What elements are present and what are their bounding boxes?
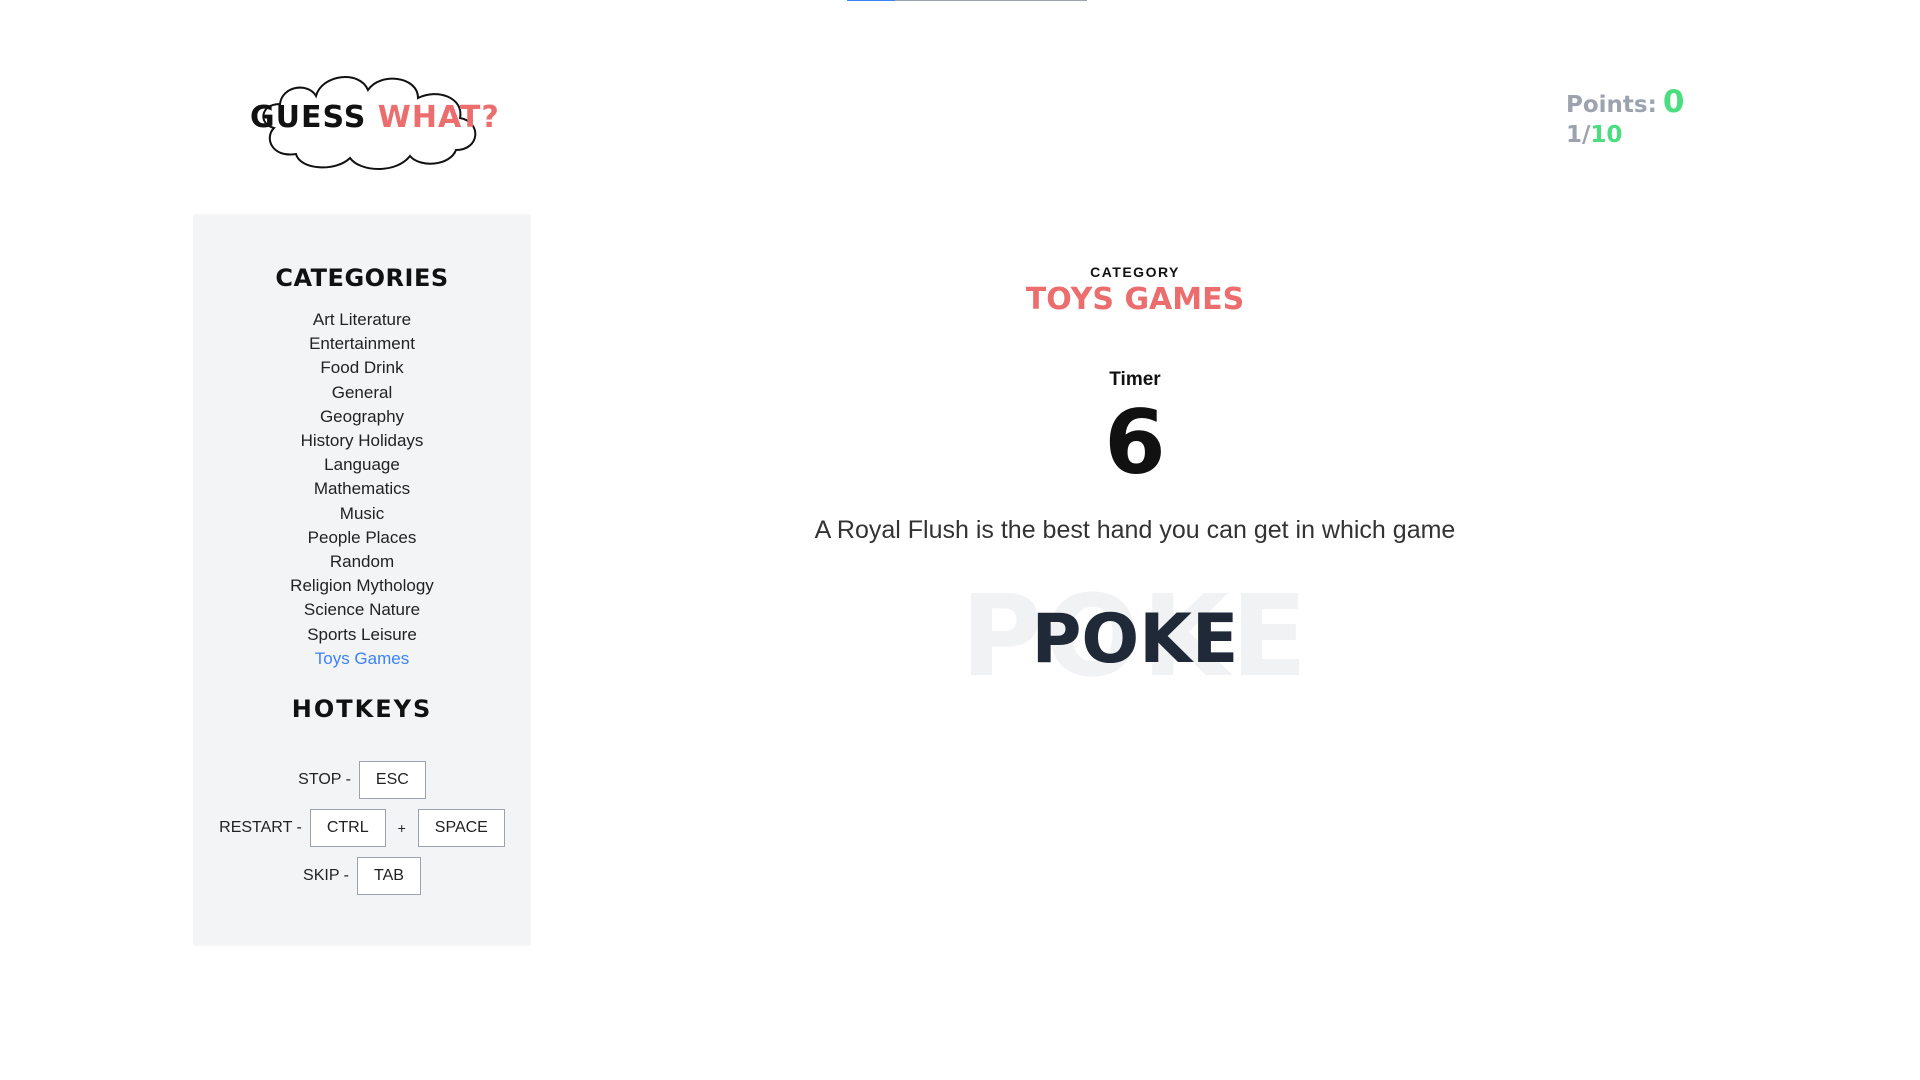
category-item[interactable]: Sports Leisure — [193, 623, 531, 647]
timer-label: Timer — [1109, 369, 1161, 390]
key-tab: TAB — [357, 857, 421, 896]
hotkeys-title: HOTKEYS — [291, 695, 433, 724]
answer-input-area[interactable]: POKE POKE — [540, 581, 1730, 693]
hotkey-stop: STOP - ESC — [193, 761, 531, 800]
category-item[interactable]: Religion Mythology — [193, 574, 531, 598]
key-ctrl: CTRL — [309, 809, 386, 848]
current-category: TOYS GAMES — [1025, 282, 1245, 317]
logo: GUESS WHAT? — [250, 66, 499, 176]
hotkey-stop-label: STOP - — [298, 771, 351, 789]
hotkeys-list: STOP - ESC RESTART - CTRL + SPACE SKIP -… — [193, 761, 531, 896]
key-space: SPACE — [417, 809, 505, 848]
plus-sign: + — [397, 820, 406, 837]
category-label: CATEGORY — [1090, 264, 1180, 280]
category-item[interactable]: Language — [193, 453, 531, 477]
category-item[interactable]: General — [193, 381, 531, 405]
category-item[interactable]: Mathematics — [193, 477, 531, 501]
category-item[interactable]: People Places — [193, 526, 531, 550]
question-text: A Royal Flush is the best hand you can g… — [814, 516, 1456, 544]
category-item[interactable]: Art Literature — [193, 308, 531, 332]
key-esc: ESC — [358, 761, 426, 800]
sidebar: CATEGORIES Art Literature Entertainment … — [193, 214, 531, 946]
logo-word-guess: GUESS — [250, 100, 367, 135]
hotkey-skip: SKIP - TAB — [193, 857, 531, 896]
answer-typed-text[interactable]: POKE — [540, 600, 1730, 680]
category-item[interactable]: Music — [193, 502, 531, 526]
logo-word-what: WHAT? — [377, 100, 500, 135]
hotkey-skip-label: SKIP - — [303, 867, 349, 885]
timer-value: 6 — [1104, 391, 1166, 494]
category-item[interactable]: Science Nature — [193, 598, 531, 622]
category-item[interactable]: Toys Games — [193, 647, 531, 671]
logo-text: GUESS WHAT? — [250, 100, 499, 135]
category-item[interactable]: Food Drink — [193, 356, 531, 380]
hotkey-restart: RESTART - CTRL + SPACE — [193, 809, 531, 848]
game-area: CATEGORY TOYS GAMES Timer 6 A Royal Flus… — [540, 0, 1730, 1080]
categories-title: CATEGORIES — [275, 264, 449, 292]
category-item[interactable]: History Holidays — [193, 429, 531, 453]
hotkey-restart-label: RESTART - — [219, 819, 302, 837]
category-item[interactable]: Entertainment — [193, 332, 531, 356]
category-item[interactable]: Geography — [193, 405, 531, 429]
category-item[interactable]: Random — [193, 550, 531, 574]
category-list: Art Literature Entertainment Food Drink … — [193, 308, 531, 671]
